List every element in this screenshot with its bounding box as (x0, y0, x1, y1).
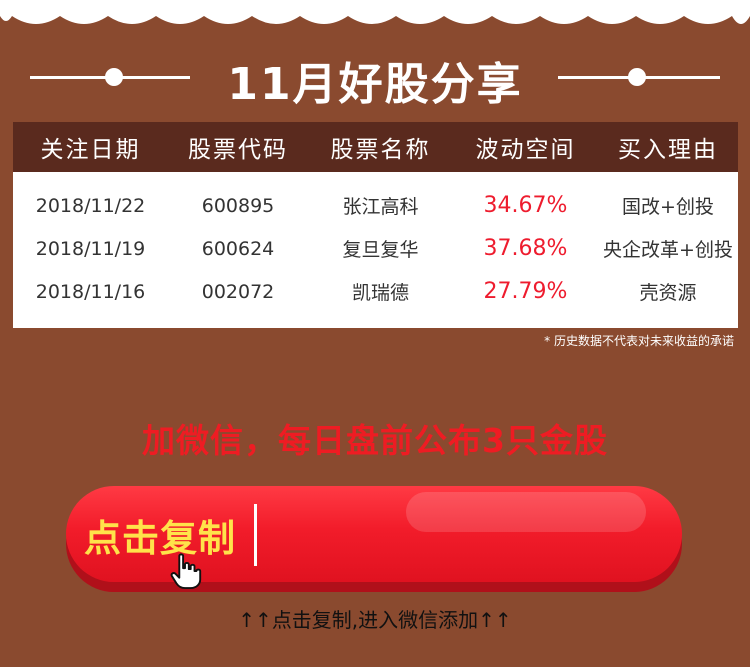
cell-change: 37.68% (483, 236, 568, 261)
stock-table: 关注日期 股票代码 股票名称 波动空间 买入理由 2018/11/22 6008… (13, 122, 738, 328)
title-dot-right (628, 68, 646, 86)
copy-instruction: ↑↑点击复制,进入微信添加↑↑ (238, 608, 512, 632)
column-header-reason: 买入理由 (618, 137, 718, 163)
cell-reason: 壳资源 (639, 282, 697, 304)
cell-code: 002072 (201, 280, 275, 303)
column-header-change: 波动空间 (475, 137, 576, 163)
cell-code: 600895 (201, 194, 275, 217)
title-row: 11月好股分享 (0, 46, 750, 110)
scallop-border (0, 0, 750, 24)
table-row: 2018/11/16 002072 凯瑞德 27.79% 壳资源 (13, 270, 738, 313)
table-row: 2018/11/19 600624 复旦复华 37.68% 央企改革+创投 (13, 227, 738, 270)
column-header-date: 关注日期 (40, 137, 141, 163)
cell-name: 复旦复华 (342, 239, 419, 261)
table-header: 关注日期 股票代码 股票名称 波动空间 买入理由 (13, 122, 738, 172)
cell-change: 27.79% (483, 279, 568, 304)
column-header-code: 股票代码 (188, 137, 288, 163)
disclaimer: * 历史数据不代表对未来收益的承诺 (544, 334, 734, 348)
cell-reason: 国改+创投 (622, 196, 714, 218)
promo-headline: 加微信，每日盘前公布3只金股 (142, 421, 608, 460)
cell-code: 600624 (201, 237, 275, 260)
copy-button[interactable]: 点击复制 (66, 486, 682, 590)
cell-change: 34.67% (483, 193, 568, 218)
cell-reason: 央企改革+创投 (603, 239, 733, 261)
text-caret (254, 504, 257, 566)
cell-date: 2018/11/22 (35, 194, 146, 217)
table-row: 2018/11/22 600895 张江高科 34.67% 国改+创投 (13, 184, 738, 227)
button-highlight (406, 492, 646, 532)
table-body: 2018/11/22 600895 张江高科 34.67% 国改+创投 2018… (13, 172, 738, 328)
copy-button-label: 点击复制 (84, 517, 236, 560)
cell-name: 张江高科 (342, 196, 419, 218)
cell-name: 凯瑞德 (351, 282, 409, 304)
cell-date: 2018/11/19 (35, 237, 146, 260)
page: 11月好股分享 关注日期 股票代码 股票名称 波动空间 买入理由 2018/11… (0, 0, 750, 667)
hand-pointer-icon (170, 553, 202, 590)
cell-date: 2018/11/16 (35, 280, 146, 303)
column-header-name: 股票名称 (330, 137, 431, 163)
